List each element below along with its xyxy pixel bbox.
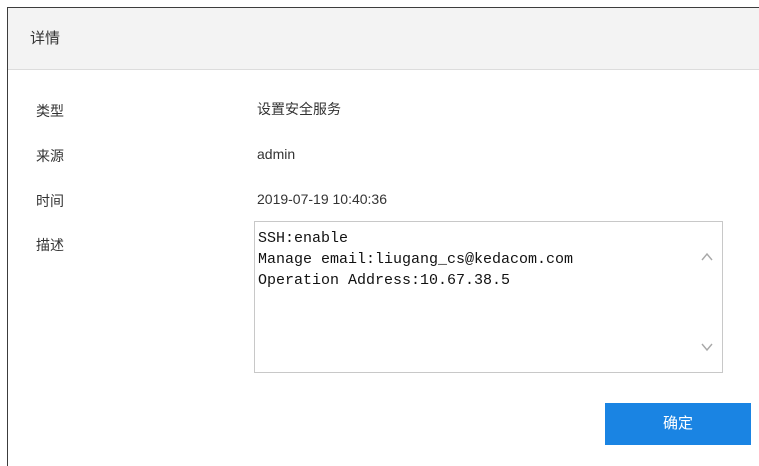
- chevron-down-icon[interactable]: [700, 340, 714, 354]
- description-textarea[interactable]: SSH:enable Manage email:liugang_cs@kedac…: [254, 221, 723, 373]
- description-label: 描述: [36, 237, 64, 253]
- time-value: 2019-07-19 10:40:36: [257, 191, 387, 207]
- description-text: SSH:enable Manage email:liugang_cs@kedac…: [258, 230, 574, 289]
- confirm-button[interactable]: 确定: [605, 403, 751, 445]
- chevron-up-icon[interactable]: [700, 250, 714, 264]
- dialog-title: 详情: [30, 30, 61, 47]
- time-label: 时间: [36, 193, 64, 209]
- detail-dialog: 详情 类型 设置安全服务 来源 admin 时间 2019-07-19 10:4…: [7, 7, 759, 466]
- source-value: admin: [257, 146, 296, 162]
- type-value: 设置安全服务: [257, 101, 341, 117]
- source-label: 来源: [36, 148, 64, 164]
- type-label: 类型: [36, 103, 64, 119]
- dialog-header: 详情: [8, 8, 759, 70]
